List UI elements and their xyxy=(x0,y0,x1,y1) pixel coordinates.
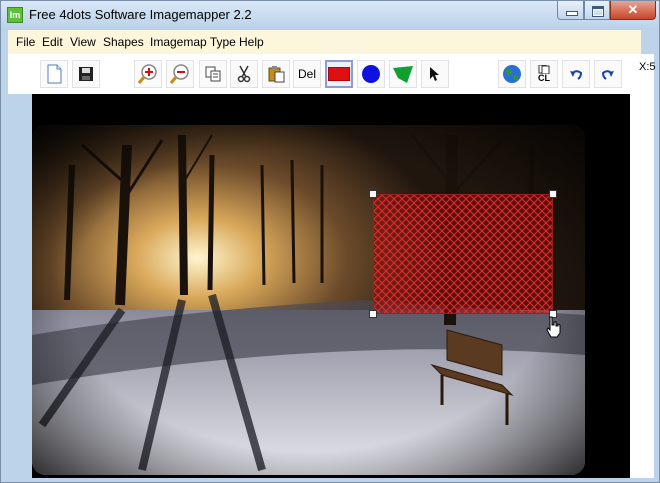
app-icon: Im xyxy=(7,7,23,23)
circle-shape-button[interactable] xyxy=(357,60,385,88)
pointer-icon xyxy=(430,67,439,81)
redo-icon xyxy=(601,70,614,80)
menu-help[interactable]: Help xyxy=(239,35,264,49)
resize-handle-bottom-left[interactable] xyxy=(369,310,377,318)
circle-shape-icon xyxy=(362,65,380,83)
redo-button[interactable] xyxy=(594,60,622,88)
cut-button[interactable] xyxy=(230,60,258,88)
clear-label: CL xyxy=(538,73,550,83)
undo-button[interactable] xyxy=(562,60,590,88)
zoom-in-button[interactable] xyxy=(134,60,162,88)
right-panel-strip xyxy=(630,94,654,478)
rectangle-shape-icon xyxy=(328,67,350,81)
zoom-in-icon xyxy=(137,64,157,84)
polygon-shape-icon xyxy=(393,66,413,83)
polygon-shape-button[interactable] xyxy=(389,60,417,88)
undo-icon xyxy=(570,70,583,80)
save-button[interactable] xyxy=(72,60,100,88)
menu-file[interactable]: File xyxy=(16,35,35,49)
zoom-out-button[interactable] xyxy=(166,60,194,88)
image-canvas[interactable] xyxy=(32,94,630,478)
app-window: Im Free 4dots Software Imagemapper 2.2 ✕… xyxy=(0,0,660,483)
pointer-button[interactable] xyxy=(421,60,449,88)
cut-icon xyxy=(237,65,251,83)
minimize-button[interactable] xyxy=(557,1,584,20)
maximize-button[interactable] xyxy=(584,1,610,20)
minimize-icon xyxy=(566,11,578,16)
paste-button[interactable] xyxy=(262,60,290,88)
menu-imagemap-type[interactable]: Imagemap Type xyxy=(150,35,236,49)
menu-edit[interactable]: Edit xyxy=(42,35,63,49)
paste-icon xyxy=(268,66,285,83)
resize-handle-top-left[interactable] xyxy=(369,190,377,198)
close-button[interactable]: ✕ xyxy=(610,1,656,20)
toolbar: Del CL xyxy=(8,54,654,94)
resize-handle-top-right[interactable] xyxy=(549,190,557,198)
new-button[interactable] xyxy=(40,60,68,88)
background-photo xyxy=(32,125,585,475)
zoom-out-icon xyxy=(169,64,189,84)
copy-icon xyxy=(205,66,221,82)
maximize-icon xyxy=(592,6,604,17)
copy-button[interactable] xyxy=(199,60,227,88)
imagemap-rectangle-area[interactable] xyxy=(373,194,553,314)
coordinate-readout: X:5 xyxy=(639,61,656,73)
rectangle-shape-button[interactable] xyxy=(325,60,353,88)
menu-bar: File Edit View Shapes Imagemap Type Help xyxy=(8,30,641,54)
title-bar: Im Free 4dots Software Imagemapper 2.2 ✕ xyxy=(1,1,659,30)
menu-view[interactable]: View xyxy=(70,35,96,49)
close-icon: ✕ xyxy=(627,2,639,17)
new-document-icon xyxy=(47,64,62,84)
delete-button[interactable]: Del xyxy=(293,60,321,88)
save-icon xyxy=(79,67,93,81)
preview-button[interactable] xyxy=(498,60,526,88)
hand-cursor-icon xyxy=(546,316,561,338)
menu-shapes[interactable]: Shapes xyxy=(103,35,144,49)
clear-button[interactable]: CL xyxy=(530,60,558,88)
crosshatch-pattern xyxy=(374,195,552,313)
window-title: Free 4dots Software Imagemapper 2.2 xyxy=(29,7,252,22)
globe-icon xyxy=(503,65,521,83)
